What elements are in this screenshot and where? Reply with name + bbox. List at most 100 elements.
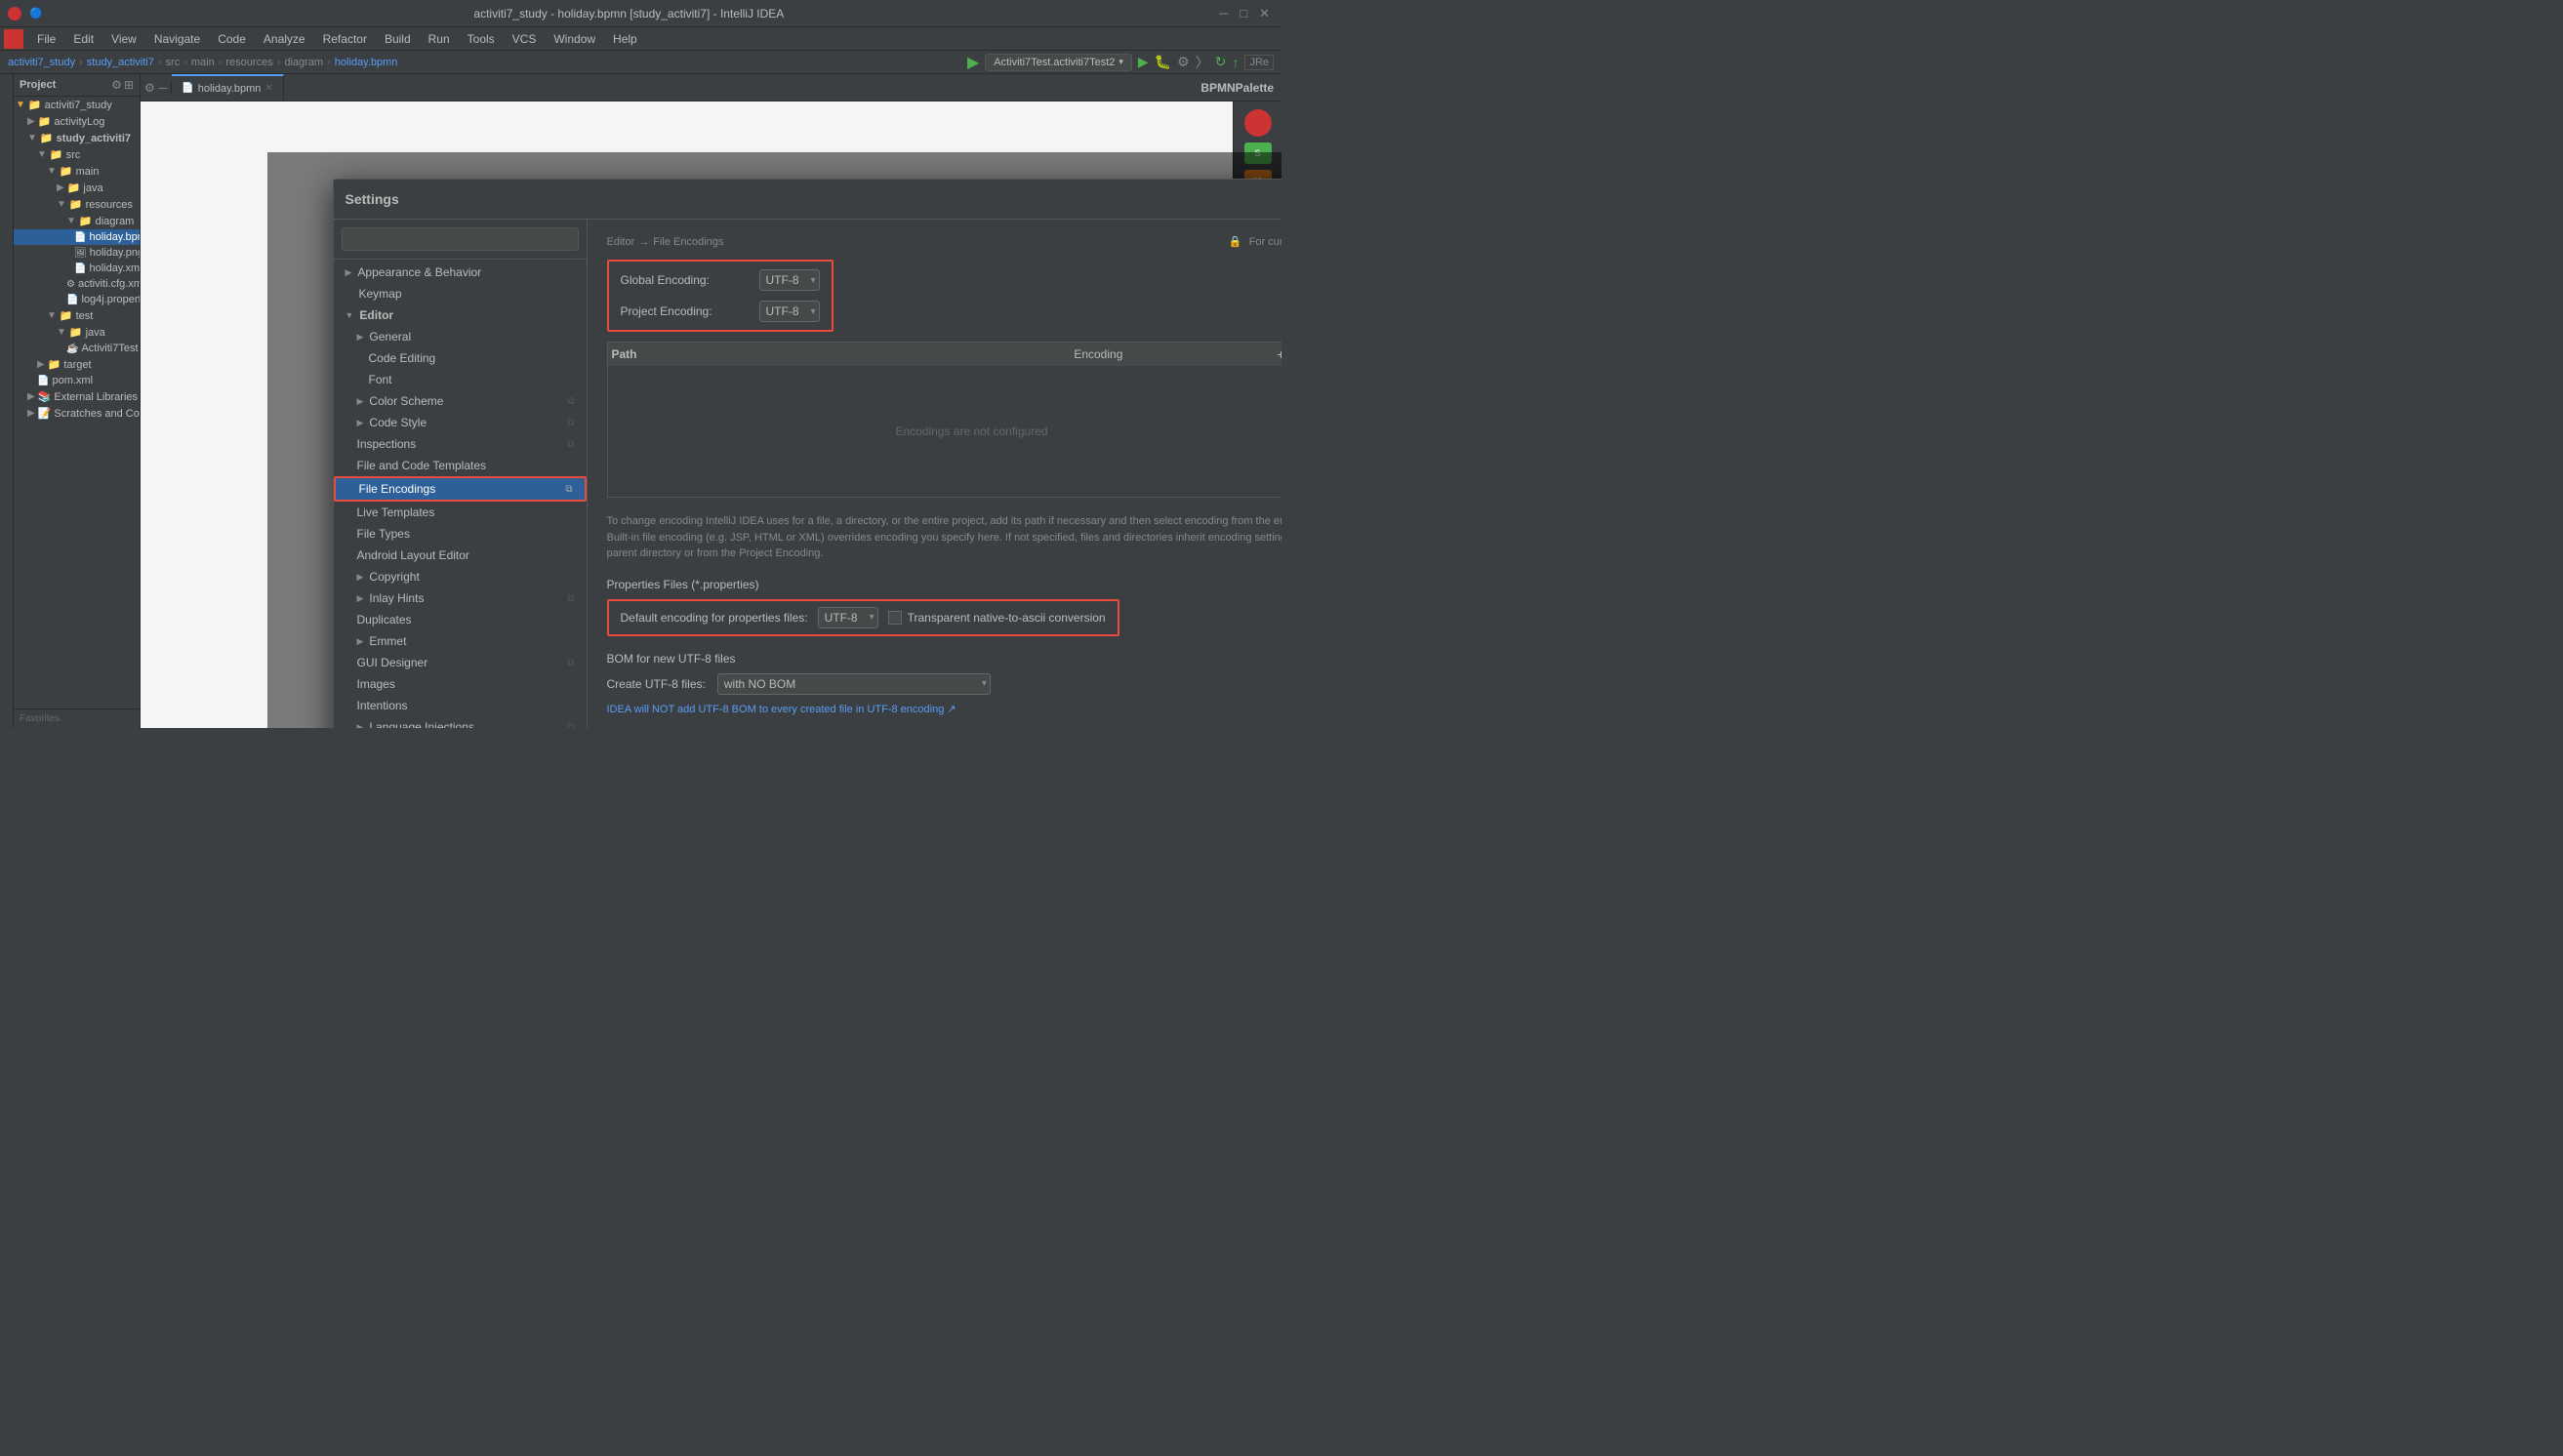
profile-icon[interactable]: 〉 bbox=[1196, 53, 1209, 72]
encoding-header: Encoding bbox=[1074, 347, 1269, 361]
run-icon[interactable]: ▶ bbox=[1138, 54, 1149, 70]
panel-layout-icon[interactable]: ⊞ bbox=[124, 78, 134, 92]
menu-vcs[interactable]: VCS bbox=[505, 30, 545, 48]
nav-inspections[interactable]: Inspections ⧉ bbox=[334, 433, 587, 455]
nav-appearance-behavior[interactable]: ▶ Appearance & Behavior bbox=[334, 262, 587, 283]
nav-search-input[interactable] bbox=[342, 227, 579, 251]
project-encoding-select[interactable]: UTF-8 bbox=[759, 301, 820, 322]
tree-item-holiday-xml[interactable]: 📄 holiday.xml bbox=[14, 261, 140, 276]
panel-gear-icon[interactable]: ⚙ bbox=[111, 78, 122, 92]
nav-gui-designer[interactable]: GUI Designer ⧉ bbox=[334, 652, 587, 673]
app-logo bbox=[4, 29, 23, 49]
copy-icon6: ⧉ bbox=[567, 658, 574, 668]
sync-icon[interactable]: ↻ bbox=[1215, 54, 1227, 70]
menu-window[interactable]: Window bbox=[546, 30, 603, 48]
menu-view[interactable]: View bbox=[103, 30, 144, 48]
add-encoding-btn[interactable]: + bbox=[1273, 344, 1282, 364]
tree-item-diagram[interactable]: ▼ 📁 diagram bbox=[14, 213, 140, 229]
minus-icon[interactable]: ─ bbox=[159, 81, 168, 95]
nav-code-style[interactable]: ▶ Code Style ⧉ bbox=[334, 412, 587, 433]
nav-code-editing[interactable]: Code Editing bbox=[334, 347, 587, 369]
bpmn-circle-1[interactable] bbox=[1244, 109, 1272, 137]
tree-item-activitylog[interactable]: ▶ 📁 activityLog bbox=[14, 113, 140, 130]
tree-item-scratches[interactable]: ▶ 📝 Scratches and Consoles bbox=[14, 405, 140, 422]
breadcrumb-part-6[interactable]: holiday.bpmn bbox=[335, 57, 398, 68]
nav-file-code-templates[interactable]: File and Code Templates bbox=[334, 455, 587, 476]
tree-item-pom[interactable]: 📄 pom.xml bbox=[14, 373, 140, 388]
settings-gear-icon[interactable]: ⚙ bbox=[144, 81, 155, 95]
breadcrumb-part-5[interactable]: diagram bbox=[284, 57, 323, 68]
tree-item-target[interactable]: ▶ 📁 target bbox=[14, 356, 140, 373]
nav-android-layout[interactable]: Android Layout Editor bbox=[334, 545, 587, 566]
tree-item-holiday-bpmn[interactable]: 📄 holiday.bpmn bbox=[14, 229, 140, 245]
tab-holiday-bpmn[interactable]: 📄 holiday.bpmn ✕ bbox=[172, 74, 283, 101]
nav-language-injections[interactable]: ▶ Language Injections ⧉ bbox=[334, 716, 587, 728]
nav-font[interactable]: Font bbox=[334, 369, 587, 390]
tree-label: holiday.png bbox=[90, 247, 140, 259]
nav-label: Language Injections bbox=[369, 720, 473, 728]
menu-tools[interactable]: Tools bbox=[460, 30, 503, 48]
run-btn[interactable]: ▶ bbox=[967, 53, 979, 72]
nav-inlay-hints[interactable]: ▶ Inlay Hints ⧉ bbox=[334, 587, 587, 609]
bom-select[interactable]: with NO BOM bbox=[717, 673, 991, 695]
menu-analyze[interactable]: Analyze bbox=[256, 30, 313, 48]
breadcrumb-part-2[interactable]: src bbox=[166, 57, 181, 68]
tree-item-root[interactable]: ▼ 📁 activiti7_study bbox=[14, 97, 140, 113]
app-icon-label: 🔵 bbox=[29, 7, 43, 20]
breadcrumb-part-4[interactable]: resources bbox=[225, 57, 272, 68]
tree-item-ext-libs[interactable]: ▶ 📚 External Libraries bbox=[14, 388, 140, 405]
tree-item-activiti-cfg[interactable]: ⚙ activiti.cfg.xml bbox=[14, 276, 140, 292]
nav-file-types[interactable]: File Types bbox=[334, 523, 587, 545]
breadcrumb-part-0[interactable]: activiti7_study bbox=[8, 57, 75, 68]
nav-general[interactable]: ▶ General bbox=[334, 326, 587, 347]
debug-icon[interactable]: 🐛 bbox=[1155, 54, 1171, 70]
breadcrumb-part-1[interactable]: study_activiti7 bbox=[87, 57, 154, 68]
nav-editor[interactable]: ▼ Editor bbox=[334, 304, 587, 326]
properties-title: Properties Files (*.properties) bbox=[607, 578, 1282, 591]
breadcrumb-part-3[interactable]: main bbox=[191, 57, 215, 68]
tab-close-btn[interactable]: ✕ bbox=[264, 83, 272, 94]
tree-item-java[interactable]: ▶ 📁 java bbox=[14, 180, 140, 196]
utf8-bom-link[interactable]: UTF-8 BOM bbox=[698, 704, 755, 715]
tree-item-src[interactable]: ▼ 📁 src bbox=[14, 146, 140, 163]
close-btn[interactable]: ✕ bbox=[1255, 6, 1274, 21]
global-encoding-select[interactable]: UTF-8 bbox=[759, 269, 820, 291]
nav-images[interactable]: Images bbox=[334, 673, 587, 695]
maximize-btn[interactable]: □ bbox=[1236, 6, 1251, 21]
nav-color-scheme[interactable]: ▶ Color Scheme ⧉ bbox=[334, 390, 587, 412]
favorites-label[interactable]: Favorites bbox=[14, 708, 140, 728]
bpmn-canvas[interactable]: Settings ✕ ▶ bbox=[141, 101, 1282, 728]
nav-live-templates[interactable]: Live Templates bbox=[334, 502, 587, 523]
transparent-checkbox[interactable] bbox=[888, 611, 902, 625]
update-icon[interactable]: ↑ bbox=[1232, 55, 1239, 70]
run-config-selector[interactable]: Activiti7Test.activiti7Test2 ▾ bbox=[985, 54, 1132, 71]
nav-emmet[interactable]: ▶ Emmet bbox=[334, 630, 587, 652]
menu-code[interactable]: Code bbox=[210, 30, 254, 48]
coverage-icon[interactable]: ⚙ bbox=[1177, 54, 1190, 70]
tree-item-log4j[interactable]: 📄 log4j.properties bbox=[14, 292, 140, 307]
tree-item-holiday-png[interactable]: 🖼 holiday.png bbox=[14, 245, 140, 261]
props-encoding-select[interactable]: UTF-8 bbox=[818, 607, 878, 628]
tree-item-resources[interactable]: ▼ 📁 resources bbox=[14, 196, 140, 213]
tree-label: java bbox=[86, 327, 105, 339]
menu-file[interactable]: File bbox=[29, 30, 63, 48]
menu-refactor[interactable]: Refactor bbox=[315, 30, 375, 48]
tree-item-test-java[interactable]: ▼ 📁 java bbox=[14, 324, 140, 341]
menu-build[interactable]: Build bbox=[377, 30, 419, 48]
minimize-btn[interactable]: ─ bbox=[1215, 6, 1232, 21]
menu-run[interactable]: Run bbox=[421, 30, 458, 48]
menu-navigate[interactable]: Navigate bbox=[146, 30, 208, 48]
menu-help[interactable]: Help bbox=[605, 30, 645, 48]
nav-intentions[interactable]: Intentions bbox=[334, 695, 587, 716]
tree-item-main[interactable]: ▼ 📁 main bbox=[14, 163, 140, 180]
nav-copyright[interactable]: ▶ Copyright bbox=[334, 566, 587, 587]
tree-item-study[interactable]: ▼ 📁 study_activiti7 bbox=[14, 130, 140, 146]
menu-edit[interactable]: Edit bbox=[65, 30, 102, 48]
nav-duplicates[interactable]: Duplicates bbox=[334, 609, 587, 630]
tree-item-activiti7test[interactable]: ☕ Activiti7Test bbox=[14, 341, 140, 356]
nav-keymap[interactable]: Keymap bbox=[334, 283, 587, 304]
tree-item-test[interactable]: ▼ 📁 test bbox=[14, 307, 140, 324]
nav-file-encodings[interactable]: File Encodings ⧉ bbox=[334, 476, 587, 502]
jre-label[interactable]: JRe bbox=[1244, 55, 1274, 70]
tree-label: test bbox=[76, 310, 94, 322]
